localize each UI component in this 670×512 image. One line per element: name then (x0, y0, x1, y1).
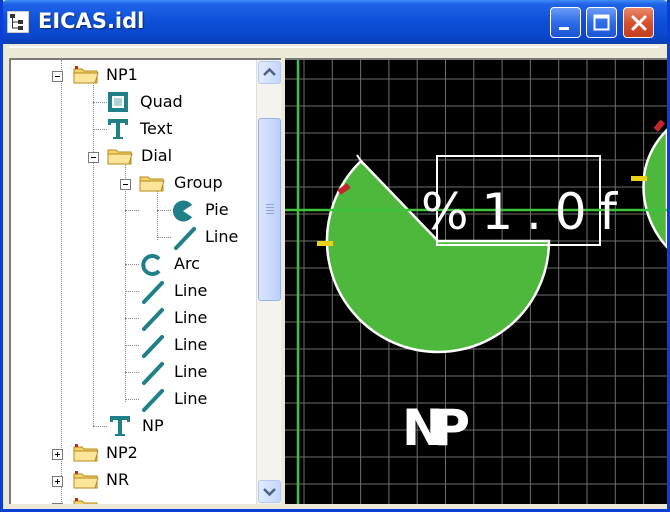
tree-item-label: Line (174, 389, 208, 408)
line-icon (174, 227, 196, 250)
tree-item-line[interactable]: Line (11, 386, 256, 412)
maximize-icon (593, 14, 610, 31)
line-icon (142, 362, 164, 385)
tree-item-np1[interactable]: NP1 (11, 62, 256, 88)
arc-icon (141, 254, 161, 276)
chevron-down-icon (263, 488, 276, 497)
pie-icon (172, 200, 192, 222)
line-icon (142, 389, 164, 412)
line-icon (142, 281, 164, 304)
tree-item-np-text[interactable]: NP (11, 413, 256, 439)
tree-item-label: Line (174, 362, 208, 381)
pane-splitter[interactable] (3, 44, 667, 58)
tree-item-label: Pie (205, 200, 229, 219)
dial-caption: NP (402, 399, 470, 457)
tree-item-label: NR (106, 470, 130, 489)
title-bar[interactable]: EICAS.idl (3, 0, 667, 44)
tree-item-label: Group (174, 173, 223, 192)
minimize-button[interactable] (550, 7, 581, 38)
tree-item-pie[interactable]: Pie (11, 197, 256, 223)
tree-item-line[interactable]: Line (11, 224, 256, 250)
collapse-icon[interactable] (52, 71, 63, 82)
maximize-button[interactable] (586, 7, 617, 38)
tree-item-label: Arc (174, 254, 200, 273)
tree-item-label: NP2 (106, 443, 138, 462)
tree-item-label: Dial (141, 146, 173, 165)
folder-icon (73, 66, 99, 84)
tree-item-np2[interactable]: NP2 (11, 440, 256, 466)
text-icon (110, 416, 130, 436)
tree-item-label: Line (174, 281, 208, 300)
tree-item-line[interactable]: Line (11, 278, 256, 304)
minimize-icon (559, 27, 569, 30)
dial-pie-partial (642, 128, 667, 249)
tree-item-label: Line (174, 335, 208, 354)
scroll-up-button[interactable] (258, 61, 281, 84)
line-icon (142, 308, 164, 331)
folder-icon (73, 471, 99, 489)
red-tick (653, 119, 666, 132)
tree-item-group[interactable]: Group (11, 170, 256, 196)
folder-icon (73, 498, 98, 504)
collapse-icon[interactable] (120, 179, 131, 190)
tree-item-label: Quad (140, 92, 183, 111)
tree-item-label: NP1 (106, 65, 138, 84)
yellow-tick (631, 176, 647, 181)
render-canvas-svg: %1.0f NP (285, 60, 667, 504)
tree-item-label: Text (140, 119, 173, 138)
tree-app-icon (7, 11, 29, 33)
render-canvas[interactable]: %1.0f NP (285, 58, 667, 504)
yellow-tick (317, 241, 333, 246)
tree-item-partial (11, 494, 256, 504)
folder-icon (73, 444, 99, 462)
scene-tree[interactable]: NP1 Quad Text Dial Group Pie Line Arc Li… (9, 58, 281, 504)
tree-item-quad[interactable]: Quad (11, 89, 256, 115)
scroll-down-button[interactable] (258, 480, 281, 503)
collapse-icon[interactable] (88, 152, 99, 163)
tree-item-nr[interactable]: NR (11, 467, 256, 493)
tree-item-arc[interactable]: Arc (11, 251, 256, 277)
tree-item-label: NP (142, 416, 164, 435)
folder-icon (139, 176, 165, 192)
scroll-thumb[interactable] (258, 118, 281, 301)
tree-item-dial[interactable]: Dial (11, 143, 256, 169)
tree-item-line[interactable]: Line (11, 359, 256, 385)
close-icon (631, 15, 647, 31)
expand-icon[interactable] (52, 449, 63, 460)
quad-icon (108, 92, 128, 112)
chevron-up-icon (263, 67, 276, 76)
folder-icon (107, 149, 133, 165)
tree-item-label: Line (174, 308, 208, 327)
tree-item-line[interactable]: Line (11, 332, 256, 358)
line-icon (142, 335, 164, 358)
tree-item-text[interactable]: Text (11, 116, 256, 142)
expand-icon[interactable] (52, 476, 63, 487)
tree-item-label: Line (205, 227, 239, 246)
window-title: EICAS.idl (38, 9, 145, 33)
tree-scrollbar[interactable] (256, 60, 281, 504)
expand-icon (52, 503, 63, 504)
text-icon (108, 119, 128, 139)
close-button[interactable] (623, 7, 654, 38)
tree-item-line[interactable]: Line (11, 305, 256, 331)
eicas-window: EICAS.idl NP1 Quad Text Dial Group Pie L… (0, 0, 670, 512)
format-text: %1.0f (421, 183, 618, 241)
